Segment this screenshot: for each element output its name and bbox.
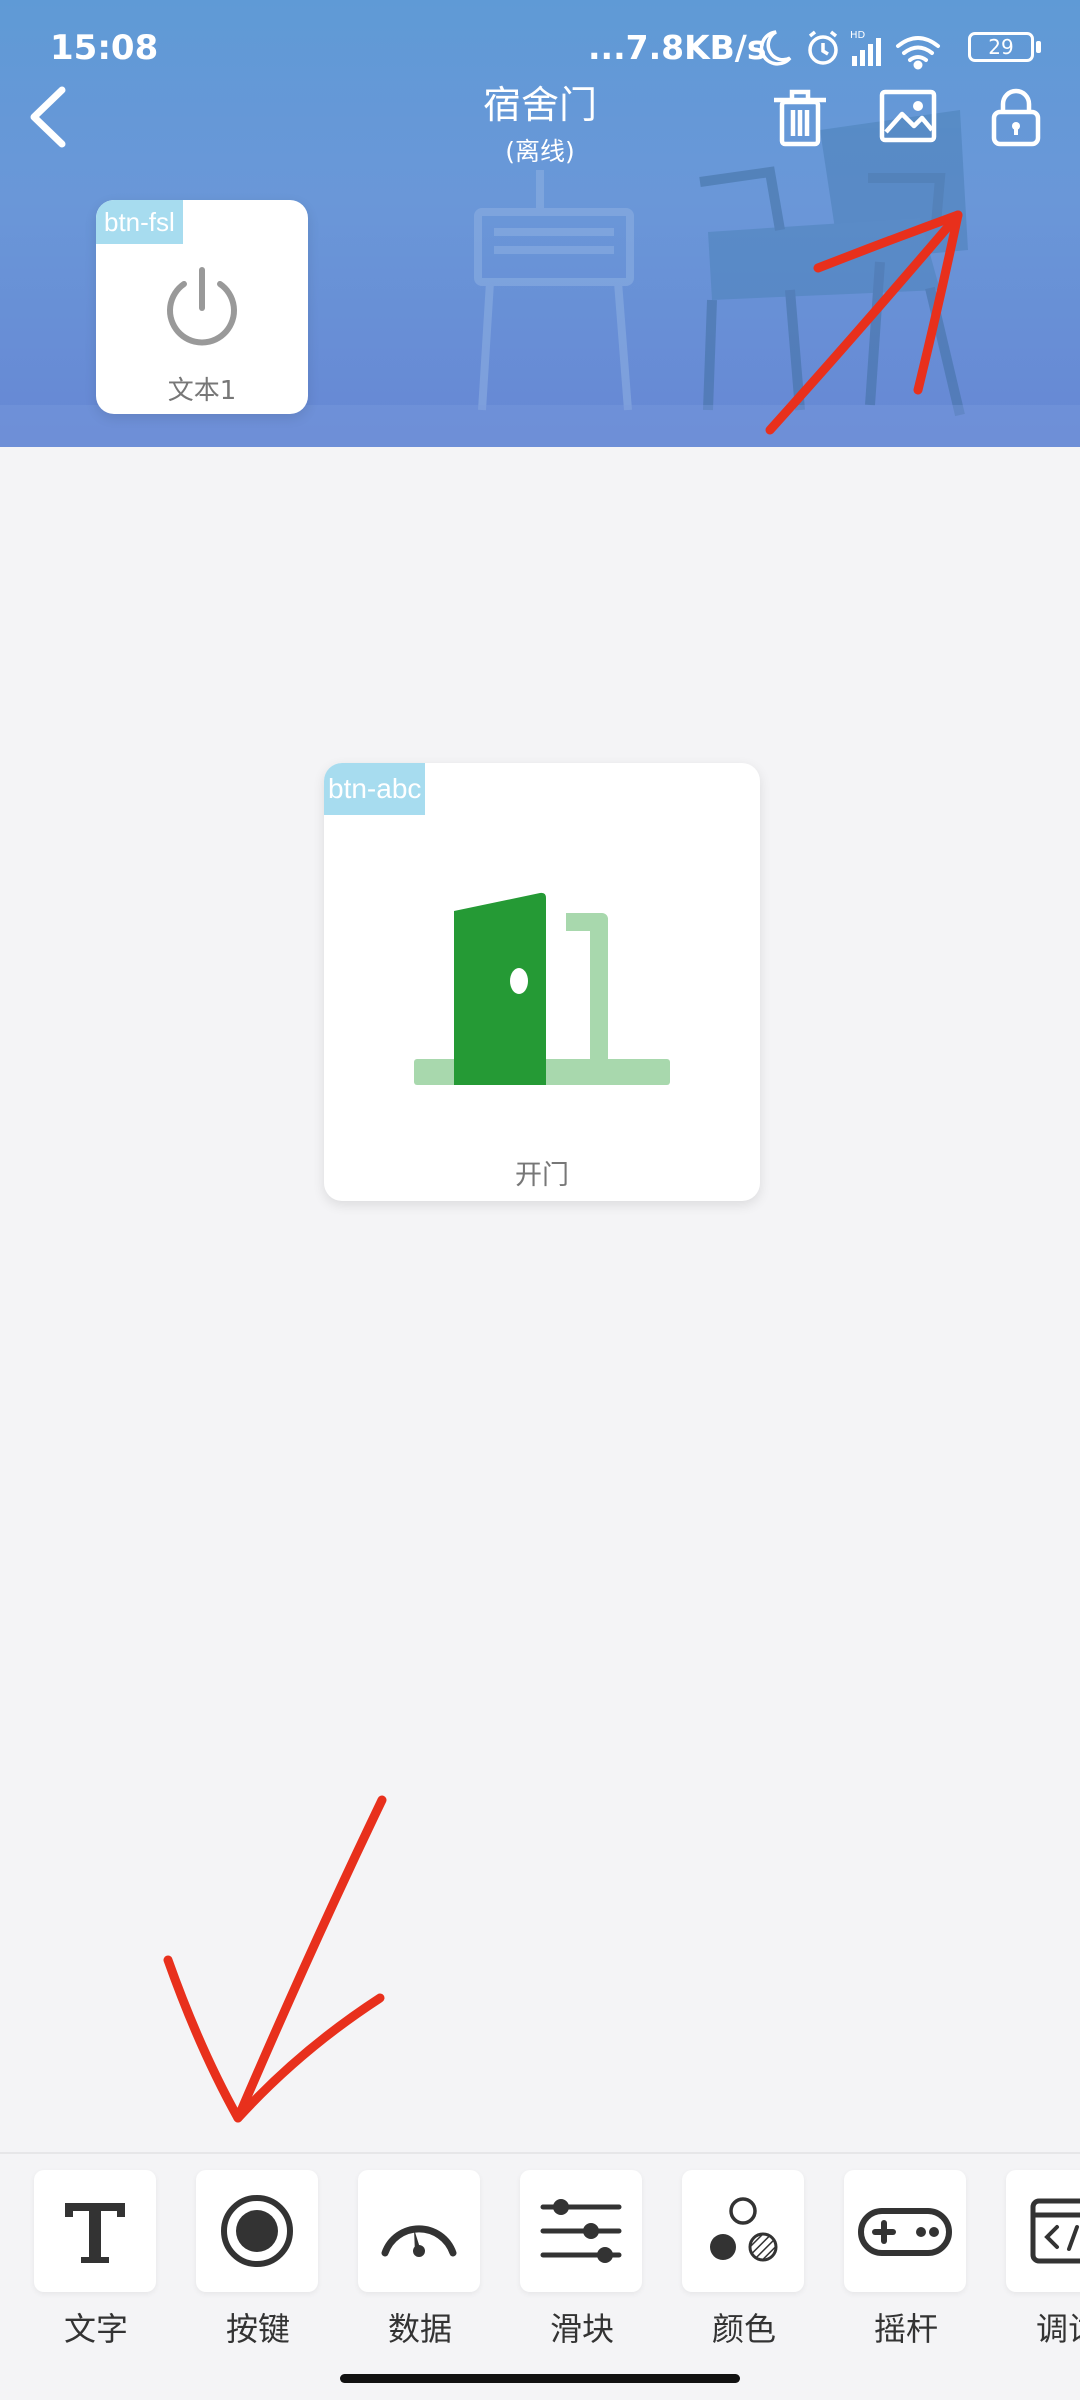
text-icon (65, 2203, 125, 2263)
tool-slider[interactable]: 滑块 (520, 2170, 644, 2350)
wifi-icon (896, 36, 940, 70)
tool-label: 颜色 (711, 2310, 776, 2348)
button-icon (221, 2195, 293, 2267)
tool-button[interactable]: 按键 (196, 2170, 320, 2350)
widget-toolbar: 文字 按键 数据 滑块 颜色 摇杆 调 (0, 2152, 1080, 2348)
battery-tip (1036, 41, 1041, 53)
status-time: 15:08 (50, 28, 159, 68)
tool-debug[interactable]: 调试 (1006, 2170, 1080, 2350)
trash-icon[interactable] (768, 82, 832, 152)
tool-label: 摇杆 (873, 2310, 938, 2348)
alarm-icon (808, 30, 838, 65)
slider-icon (540, 2199, 622, 2263)
tool-label: 按键 (225, 2310, 290, 2348)
page-subtitle: (离线) (505, 137, 575, 166)
lock-icon[interactable] (984, 82, 1048, 152)
back-icon[interactable] (18, 82, 82, 152)
tool-label: 文字 (63, 2310, 128, 2348)
widget-tag: btn-abc (324, 763, 426, 815)
tool-data[interactable]: 数据 (358, 2170, 482, 2350)
moon-icon (759, 30, 792, 66)
tool-text[interactable]: 文字 (34, 2170, 158, 2350)
tool-label: 调试 (1035, 2310, 1080, 2348)
gamepad-icon (858, 2208, 952, 2256)
svg-text:HD: HD (850, 30, 866, 41)
widget-tag: btn-fsl (96, 200, 183, 244)
power-icon (167, 267, 237, 346)
debug-icon (1030, 2198, 1080, 2264)
tool-color[interactable]: 颜色 (682, 2170, 806, 2350)
widget-label: 开门 (515, 1160, 569, 1191)
tool-label: 滑块 (549, 2310, 614, 2348)
tool-label: 数据 (387, 2310, 452, 2348)
signal-icon: HD (850, 30, 881, 66)
network-speed: ...7.8KB/s (588, 28, 767, 67)
image-icon[interactable] (876, 82, 940, 152)
header: 15:08 ...7.8KB/s HD 29 宿舍门 (离线) btn-fsl … (0, 0, 1080, 447)
page-title: 宿舍门 (482, 83, 597, 127)
widget-label: 文本1 (167, 376, 237, 406)
status-icons: HD (759, 30, 940, 70)
gauge-icon (381, 2225, 457, 2257)
tool-joystick[interactable]: 摇杆 (844, 2170, 968, 2350)
door-icon (414, 892, 670, 1085)
battery-icon: 29 (968, 32, 1034, 62)
widget-btn-fsl[interactable]: btn-fsl 文本1 (96, 200, 308, 414)
widget-btn-abc[interactable]: btn-abc 开门 (324, 763, 760, 1201)
arrow-bottom (233, 1795, 387, 2123)
home-indicator[interactable] (340, 2374, 740, 2383)
color-icon (710, 2197, 778, 2262)
